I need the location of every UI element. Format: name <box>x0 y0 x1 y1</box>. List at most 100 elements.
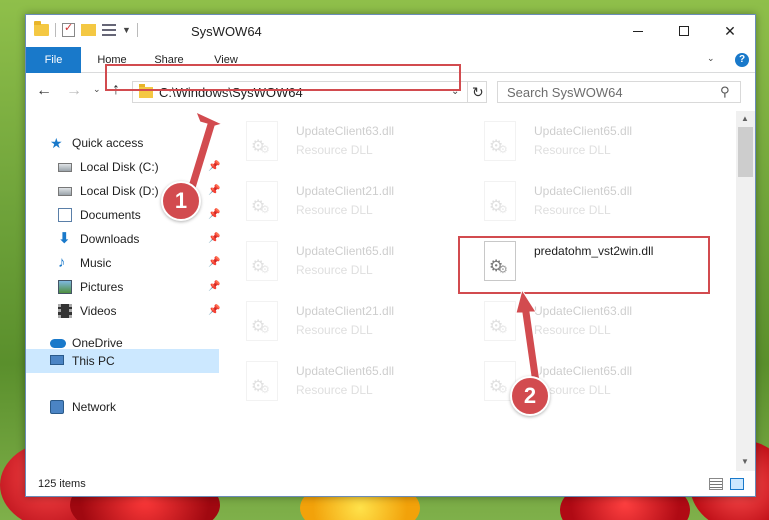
network-icon <box>50 400 64 414</box>
tab-home[interactable]: Home <box>88 47 136 73</box>
dll-file-icon <box>484 121 516 161</box>
file-name: UpdateClient63.dll <box>296 124 395 138</box>
sidebar-item-label: Downloads <box>80 232 140 246</box>
file-type: Resource DLL <box>534 323 611 337</box>
file-name: UpdateClient65.dll <box>534 124 633 138</box>
drive-icon <box>58 187 72 196</box>
maximize-icon <box>679 26 689 36</box>
vertical-scrollbar[interactable]: ▲ ▼ <box>736 111 755 471</box>
sidebar-item-this-pc[interactable]: This PC <box>50 349 210 373</box>
sidebar-item-label: Pictures <box>80 280 124 294</box>
details-view-icon[interactable] <box>709 478 723 490</box>
address-divider <box>467 82 468 102</box>
address-dropdown-chevron-icon[interactable]: ⌄ <box>451 86 459 97</box>
pin-icon[interactable]: 📌 <box>208 299 220 323</box>
file-name: UpdateClient21.dll <box>296 184 395 198</box>
file-name: UpdateClient63.dll <box>534 304 633 318</box>
sidebar-item-network[interactable]: Network <box>50 395 210 419</box>
search-icon[interactable]: ⚲ <box>720 84 730 100</box>
drive-icon <box>58 163 72 172</box>
file-name: UpdateClient65.dll <box>534 364 633 378</box>
step-marker-1: 1 <box>161 181 201 221</box>
sidebar-item-label: Network <box>72 400 117 414</box>
file-name: predatohm_vst2win.dll <box>534 244 654 258</box>
sidebar-item-label: Local Disk (D:) <box>80 184 159 198</box>
forward-arrow-icon[interactable]: → <box>66 82 82 100</box>
scroll-down-arrow-icon[interactable]: ▼ <box>741 457 749 466</box>
file-item[interactable]: UpdateClient21.dll Resource DLL <box>220 175 450 231</box>
sidebar-item-downloads[interactable]: ⬇ Downloads 📌 <box>58 227 220 251</box>
dll-file-icon <box>246 361 278 401</box>
dll-file-icon <box>484 241 516 281</box>
search-input[interactable] <box>498 82 718 102</box>
ribbon-tabs: File Home Share View ⌄ ? <box>26 47 755 73</box>
file-type: Resource DLL <box>296 143 373 157</box>
file-item[interactable]: UpdateClient65.dll Resource DLL <box>458 115 688 171</box>
sidebar-item-label: Local Disk (C:) <box>80 160 159 174</box>
dll-file-icon <box>246 301 278 341</box>
back-arrow-icon[interactable]: ← <box>36 82 52 100</box>
dll-file-icon <box>484 181 516 221</box>
pin-icon[interactable]: 📌 <box>208 251 220 275</box>
pin-icon[interactable]: 📌 <box>208 155 220 179</box>
tab-file[interactable]: File <box>26 47 81 73</box>
file-item[interactable]: UpdateClient63.dll Resource DLL <box>220 115 450 171</box>
pin-icon[interactable]: 📌 <box>208 179 220 203</box>
minimize-button[interactable] <box>615 15 661 47</box>
new-folder-icon[interactable] <box>81 24 96 36</box>
close-button[interactable]: ✕ <box>707 15 753 47</box>
view-options-icon[interactable] <box>102 24 116 36</box>
file-type: Resource DLL <box>296 323 373 337</box>
customize-toolbar-chevron-icon[interactable]: ▼ <box>122 25 131 35</box>
properties-icon[interactable] <box>62 21 75 37</box>
sidebar-item-label: Music <box>80 256 112 270</box>
step-marker-2: 2 <box>510 376 550 416</box>
address-bar[interactable]: C:\Windows\SysWOW64 ⌄ ↻ <box>132 81 487 103</box>
help-icon[interactable]: ? <box>735 53 749 67</box>
sidebar-item-videos[interactable]: Videos 📌 <box>58 299 220 323</box>
sidebar-item-pictures[interactable]: Pictures 📌 <box>58 275 220 299</box>
file-type: Resource DLL <box>296 383 373 397</box>
refresh-icon[interactable]: ↻ <box>472 84 484 101</box>
status-bar: 125 items <box>26 473 755 496</box>
sidebar-item-label: Videos <box>80 304 117 318</box>
pin-icon[interactable]: 📌 <box>208 203 220 227</box>
scrollbar-thumb[interactable] <box>738 127 753 177</box>
music-icon: ♪ <box>58 254 66 271</box>
pictures-icon <box>58 280 72 294</box>
file-item[interactable]: UpdateClient65.dll Resource DLL <box>458 175 688 231</box>
file-item[interactable]: UpdateClient65.dll Resource DLL <box>220 355 450 411</box>
dll-file-icon <box>246 241 278 281</box>
toolbar-divider <box>55 23 56 37</box>
pin-icon[interactable]: 📌 <box>208 275 220 299</box>
search-box[interactable]: ⚲ <box>497 81 741 103</box>
expand-ribbon-chevron-icon[interactable]: ⌄ <box>707 53 715 64</box>
sidebar-item-quick-access[interactable]: ★ Quick access <box>50 131 210 155</box>
up-arrow-icon[interactable]: ↑ <box>112 81 120 99</box>
computer-icon <box>50 355 64 365</box>
minimize-icon <box>633 30 643 32</box>
file-item[interactable]: UpdateClient65.dll Resource DLL <box>458 355 688 411</box>
file-item[interactable]: UpdateClient21.dll Resource DLL <box>220 295 450 351</box>
tab-share[interactable]: Share <box>144 47 194 73</box>
maximize-button[interactable] <box>661 15 707 47</box>
file-item[interactable]: UpdateClient65.dll Resource DLL <box>220 235 450 291</box>
address-path[interactable]: C:\Windows\SysWOW64 <box>159 85 303 100</box>
item-count: 125 items <box>38 478 86 490</box>
large-icons-view-icon[interactable] <box>730 478 744 490</box>
tab-view[interactable]: View <box>202 47 250 73</box>
pin-icon[interactable]: 📌 <box>208 227 220 251</box>
file-type: Resource DLL <box>296 263 373 277</box>
file-name: UpdateClient65.dll <box>534 184 633 198</box>
toolbar-divider <box>136 23 138 37</box>
sidebar-item-local-disk-c[interactable]: Local Disk (C:) 📌 <box>58 155 220 179</box>
close-icon: ✕ <box>724 22 736 39</box>
file-item-predatohm-vst2win[interactable]: predatohm_vst2win.dll <box>458 235 688 291</box>
file-item[interactable]: UpdateClient63.dll Resource DLL <box>458 295 688 351</box>
sidebar-item-music[interactable]: ♪ Music 📌 <box>58 251 220 275</box>
recent-locations-chevron-icon[interactable]: ⌄ <box>93 84 101 95</box>
file-type: Resource DLL <box>296 203 373 217</box>
scroll-up-arrow-icon[interactable]: ▲ <box>741 114 749 123</box>
dll-file-icon <box>246 181 278 221</box>
file-name: UpdateClient65.dll <box>296 244 395 258</box>
